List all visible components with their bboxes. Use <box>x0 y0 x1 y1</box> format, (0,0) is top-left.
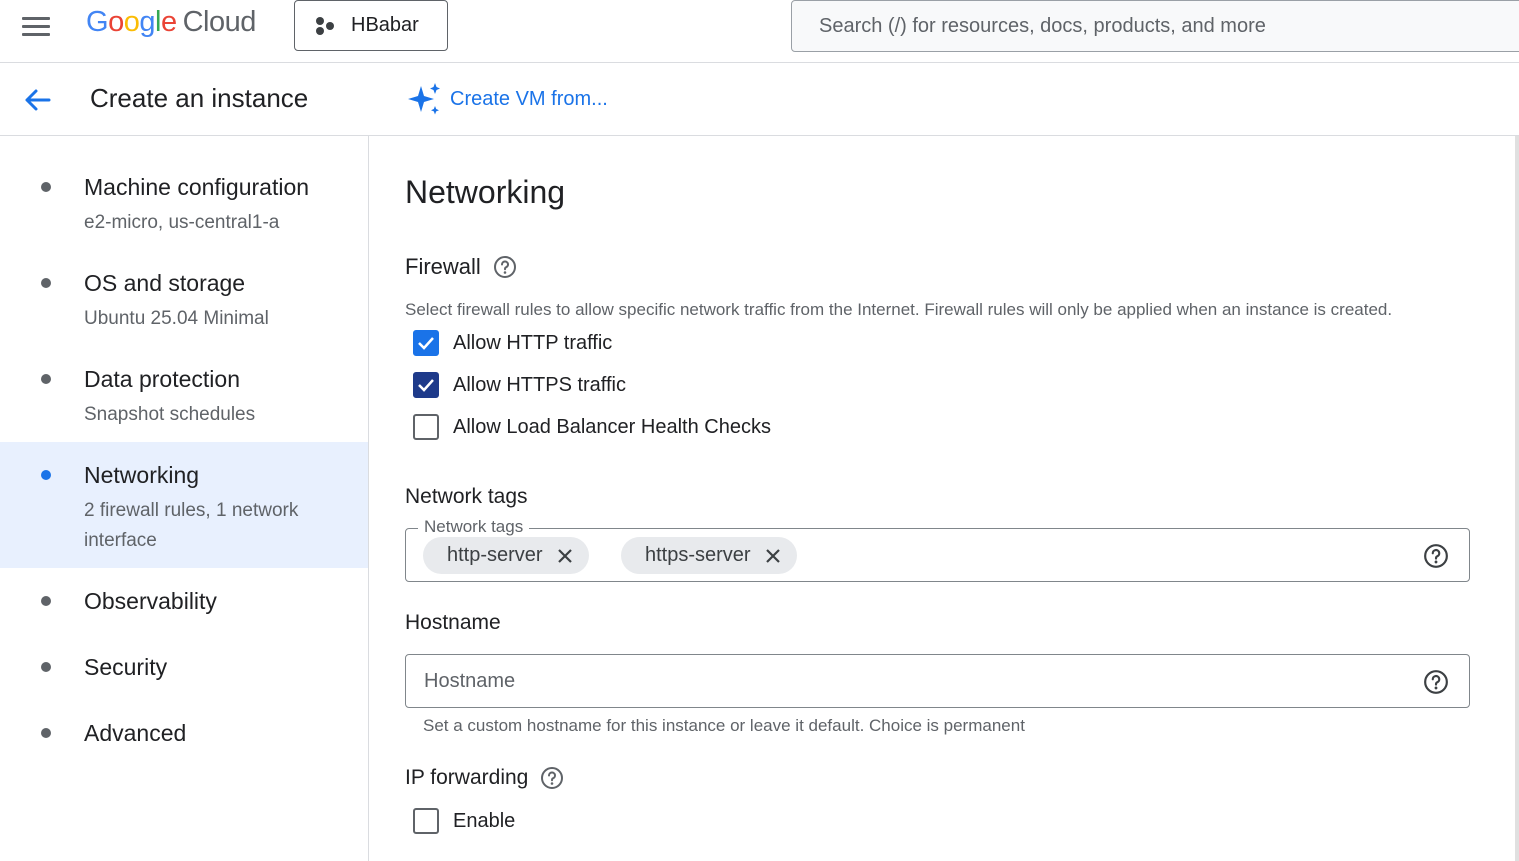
page-title: Create an instance <box>90 83 309 113</box>
sidebar-item-observability[interactable]: Observability <box>0 568 368 634</box>
project-name: HBabar <box>351 14 419 36</box>
nav-bullet <box>41 182 51 192</box>
check-icon <box>418 379 434 392</box>
checkbox-label: Allow Load Balancer Health Checks <box>453 415 771 438</box>
ip-forwarding-enable-checkbox[interactable]: Enable <box>413 808 515 834</box>
ip-forwarding-title: IP forwarding <box>405 766 529 789</box>
nav-item-title: Advanced <box>84 720 187 746</box>
checkbox-unchecked[interactable] <box>413 808 439 834</box>
google-cloud-logo[interactable]: Google Cloud <box>86 6 256 39</box>
back-arrow-icon[interactable] <box>20 83 54 117</box>
main-content: Networking Firewall Select firewall rule… <box>369 136 1519 861</box>
nav-bullet <box>41 728 51 738</box>
allow-http-checkbox[interactable]: Allow HTTP traffic <box>413 330 612 356</box>
nav-item-subtitle: 2 firewall rules, 1 network interface <box>84 500 299 551</box>
allow-lb-health-checks-checkbox[interactable]: Allow Load Balancer Health Checks <box>413 414 771 440</box>
chip-label: http-server <box>447 544 543 566</box>
checkbox-label: Allow HTTP traffic <box>453 331 613 354</box>
checkbox-unchecked[interactable] <box>413 414 439 440</box>
nav-bullet <box>41 470 51 480</box>
firewall-heading: Firewall <box>405 254 517 280</box>
sidebar-item-networking[interactable]: Networking 2 firewall rules, 1 network i… <box>0 442 368 568</box>
top-bar: Google Cloud HBabar Search (/) for resour… <box>0 0 1519 63</box>
sidebar-item-security[interactable]: Security <box>0 634 368 700</box>
nav-bullet <box>41 374 51 384</box>
nav-item-title: Observability <box>84 588 217 614</box>
sparkle-icon <box>408 83 440 115</box>
sidebar-item-machine-configuration[interactable]: Machine configuration e2-micro, us-centr… <box>0 166 368 262</box>
help-icon[interactable] <box>493 255 517 279</box>
check-icon <box>418 337 434 350</box>
allow-https-checkbox[interactable]: Allow HTTPS traffic <box>413 372 626 398</box>
search-input[interactable]: Search (/) for resources, docs, products… <box>791 0 1519 52</box>
scrollbar[interactable] <box>1515 136 1519 861</box>
search-placeholder: Search (/) for resources, docs, products… <box>819 14 1266 37</box>
section-title: Networking <box>405 174 566 210</box>
sidebar-item-os-and-storage[interactable]: OS and storage Ubuntu 25.04 Minimal <box>0 262 368 358</box>
nav-bullet <box>41 596 51 606</box>
help-icon[interactable] <box>1423 669 1449 695</box>
hostname-heading: Hostname <box>405 611 501 634</box>
nav-item-title: OS and storage <box>84 270 246 296</box>
network-tags-field[interactable]: Network tags http-server https-server <box>405 517 1470 582</box>
page-header: Create an instance Create VM from... <box>0 63 1519 136</box>
create-vm-from-button[interactable]: Create VM from... <box>406 81 608 117</box>
checkbox-checked[interactable] <box>413 330 439 356</box>
hostname-helper-text: Set a custom hostname for this instance … <box>423 716 1025 735</box>
hamburger-menu-icon[interactable] <box>14 6 58 46</box>
checkbox-label: Enable <box>453 809 516 832</box>
chip-label: https-server <box>645 544 751 566</box>
checkbox-label: Allow HTTPS traffic <box>453 373 626 396</box>
network-tags-heading: Network tags <box>405 485 528 508</box>
help-icon[interactable] <box>1423 543 1449 569</box>
nav-item-title: Machine configuration <box>84 174 310 200</box>
nav-item-title: Networking <box>84 462 200 488</box>
nav-item-subtitle: Snapshot schedules <box>84 404 256 425</box>
sidebar-item-advanced[interactable]: Advanced <box>0 700 368 766</box>
nav-item-subtitle: e2-micro, us-central1-a <box>84 212 280 233</box>
nav-bullet <box>41 278 51 288</box>
firewall-title: Firewall <box>405 254 481 279</box>
help-icon[interactable] <box>540 766 564 790</box>
project-icon <box>316 16 334 35</box>
nav-item-subtitle: Ubuntu 25.04 Minimal <box>84 308 269 329</box>
remove-tag-icon[interactable] <box>763 546 783 566</box>
tag-chip-https-server: https-server <box>621 537 797 574</box>
sidebar-item-data-protection[interactable]: Data protection Snapshot schedules <box>0 358 368 442</box>
hostname-field[interactable] <box>405 654 1470 708</box>
checkbox-checked[interactable] <box>413 372 439 398</box>
project-selector-button[interactable]: HBabar <box>294 0 448 51</box>
nav-item-title: Data protection <box>84 366 240 392</box>
network-tags-field-label: Network tags <box>418 517 530 537</box>
ip-forwarding-heading: IP forwarding <box>405 766 564 790</box>
hostname-input[interactable] <box>424 655 1404 707</box>
nav-item-title: Security <box>84 654 168 680</box>
firewall-description: Select firewall rules to allow specific … <box>405 300 1393 319</box>
nav-bullet <box>41 662 51 672</box>
tag-chip-http-server: http-server <box>423 537 589 574</box>
sidebar-nav: Machine configuration e2-micro, us-centr… <box>0 136 369 861</box>
remove-tag-icon[interactable] <box>555 546 575 566</box>
create-vm-from-label: Create VM from... <box>450 87 608 110</box>
